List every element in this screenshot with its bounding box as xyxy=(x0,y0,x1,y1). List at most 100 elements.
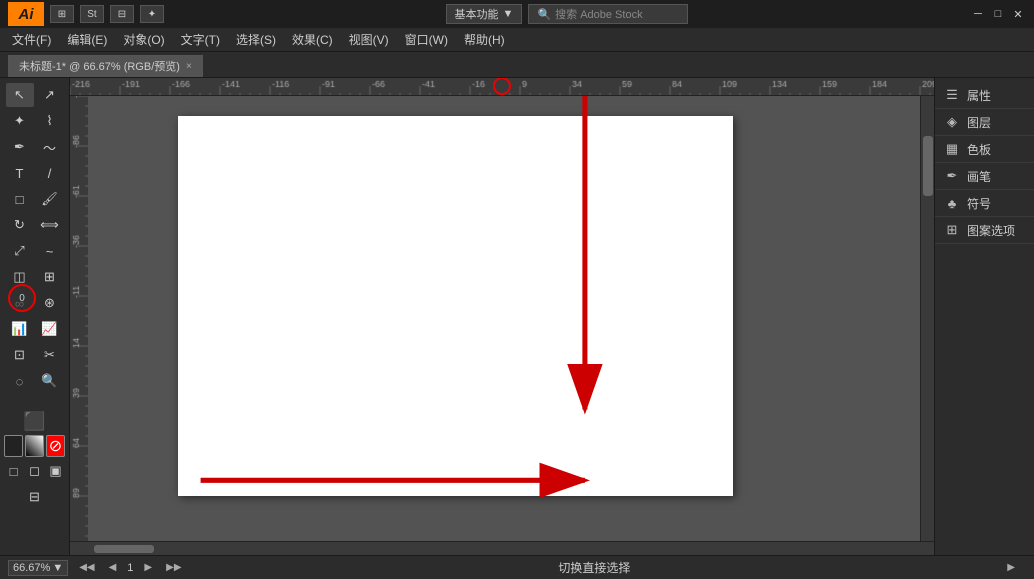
panel-brushes-label: 画笔 xyxy=(967,168,991,185)
symbol-spray-tool[interactable]: ⊛ xyxy=(36,291,64,315)
pattern-icon: ⊞ xyxy=(943,221,961,239)
menu-window[interactable]: 窗口(W) xyxy=(397,29,456,50)
bottom-scrollbar[interactable] xyxy=(70,541,934,555)
fill-stroke-row: ⬛ xyxy=(0,408,69,434)
screen-mode-row: ⊟ xyxy=(0,484,69,510)
fill-stroke-widget[interactable]: ⬛ xyxy=(21,409,49,433)
menu-edit[interactable]: 编辑(E) xyxy=(59,29,115,50)
direct-select-tool[interactable]: ↗ xyxy=(36,83,64,107)
panel-symbols[interactable]: ♣ 符号 xyxy=(935,190,1034,217)
line-tool[interactable]: / xyxy=(36,161,64,185)
menu-file[interactable]: 文件(F) xyxy=(4,29,59,50)
play-button[interactable]: ▶ xyxy=(1004,562,1018,573)
title-bar-right: ─ □ ✕ xyxy=(970,6,1026,22)
tool-row-4: T / xyxy=(0,160,69,186)
none-box[interactable]: ⊘ xyxy=(46,435,65,457)
canvas-viewport[interactable] xyxy=(88,96,920,541)
draw-mode-row: □ ◻ ▣ xyxy=(0,458,69,484)
type-tool[interactable]: T xyxy=(6,161,34,185)
bridge-btn[interactable]: St xyxy=(80,5,104,23)
rect-tool[interactable]: □ xyxy=(6,187,34,211)
left-ruler-canvas xyxy=(70,96,88,541)
minimize-button[interactable]: ─ xyxy=(970,6,986,22)
zoom-tool[interactable]: 🔍 xyxy=(36,369,64,393)
bottom-bar: 66.67% ▼ ◀◀ ◀ 1 ▶ ▶▶ 切换直接选择 ▶ xyxy=(0,555,1034,579)
zoom-arrow-icon: ▼ xyxy=(52,562,63,574)
eraser-tool[interactable]: ◌ xyxy=(6,369,34,393)
menu-bar: 文件(F) 编辑(E) 对象(O) 文字(T) 选择(S) 效果(C) 视图(V… xyxy=(0,28,1034,52)
symbols-icon: ♣ xyxy=(943,194,961,212)
reflect-tool[interactable]: ⟺ xyxy=(36,213,64,237)
panel-layers[interactable]: ◈ 图层 xyxy=(935,109,1034,136)
toolbar-separator xyxy=(0,400,69,408)
tool-row-6: ↻ ⟺ xyxy=(0,212,69,238)
scroll-thumb-horizontal[interactable] xyxy=(94,545,154,553)
workspace-button[interactable]: 基本功能 ▼ xyxy=(446,4,523,24)
tool-row-5: □ 🖌 xyxy=(0,186,69,212)
color-mode-row: ⊘ xyxy=(0,434,69,458)
title-bar: Ai ⊞ St ⊟ ✦ 基本功能 ▼ 🔍 搜索 Adobe Stock ─ □ … xyxy=(0,0,1034,28)
rotate-tool[interactable]: ↻ xyxy=(6,213,34,237)
color-box[interactable] xyxy=(4,435,23,457)
tool-row-2: ✦ ⌇ xyxy=(0,108,69,134)
slice-tool[interactable]: ✂ xyxy=(36,343,64,367)
column-graph-tool[interactable]: 📊 xyxy=(6,317,34,341)
menu-select[interactable]: 选择(S) xyxy=(228,29,284,50)
warp-tool[interactable]: ~ xyxy=(36,239,64,263)
panel-swatches[interactable]: ▦ 色板 xyxy=(935,136,1034,163)
draw-behind-mode[interactable]: ▣ xyxy=(46,459,65,483)
draw-inside-mode[interactable]: ◻ xyxy=(25,459,44,483)
arrange-btn[interactable]: ⊞ xyxy=(50,5,74,23)
close-button[interactable]: ✕ xyxy=(1010,6,1026,22)
tab-close-button[interactable]: × xyxy=(186,61,192,72)
tab-title: 未标题-1* @ 66.67% (RGB/预览) xyxy=(19,58,180,74)
nav-first-button[interactable]: ◀◀ xyxy=(76,562,97,573)
panel-properties[interactable]: ☰ 属性 xyxy=(935,82,1034,109)
nav-next-button[interactable]: ▶ xyxy=(141,562,155,573)
stock-search-box[interactable]: 🔍 搜索 Adobe Stock xyxy=(528,4,688,24)
screen-mode-btn[interactable]: ⊟ xyxy=(21,485,49,509)
tab-bar: 未标题-1* @ 66.67% (RGB/预览) × xyxy=(0,52,1034,78)
menu-effect[interactable]: 效果(C) xyxy=(284,29,341,50)
tool-row-3: ✒ 〜 xyxy=(0,134,69,160)
layout-btn[interactable]: ⊟ xyxy=(110,5,134,23)
canvas-wrapper xyxy=(70,96,934,541)
artboard xyxy=(178,116,733,496)
menu-type[interactable]: 文字(T) xyxy=(173,29,228,50)
menu-help[interactable]: 帮助(H) xyxy=(456,29,513,50)
select-tool[interactable]: ↖ xyxy=(6,83,34,107)
nav-last-button[interactable]: ▶▶ xyxy=(163,562,184,573)
artboard-tool[interactable]: ⊡ xyxy=(6,343,34,367)
magic-wand-tool[interactable]: ✦ xyxy=(6,109,34,133)
lasso-tool[interactable]: ⌇ xyxy=(36,109,64,133)
nav-prev-button[interactable]: ◀ xyxy=(106,562,120,573)
tool-row-12-container: ◌ 🔍 0 xyxy=(0,368,69,400)
menu-object[interactable]: 对象(O) xyxy=(115,29,172,50)
menu-view[interactable]: 视图(V) xyxy=(341,29,397,50)
restore-button[interactable]: □ xyxy=(990,6,1006,22)
tool-circle-0-indicator: 0 xyxy=(8,284,36,312)
tool-row-1: ↖ ↗ xyxy=(0,82,69,108)
mesh-tool[interactable]: ⊞ xyxy=(36,265,64,289)
scroll-thumb-vertical[interactable] xyxy=(923,136,933,196)
curvature-tool[interactable]: 〜 xyxy=(36,135,64,159)
panel-swatches-label: 色板 xyxy=(967,141,991,158)
page-number: 1 xyxy=(127,562,133,574)
right-scrollbar[interactable] xyxy=(920,96,934,541)
paint-brush-tool[interactable]: 🖌 xyxy=(36,187,64,211)
panel-properties-label: 属性 xyxy=(967,87,991,104)
scale-tool[interactable]: ⤢ xyxy=(6,239,34,263)
right-panel: ☰ 属性 ◈ 图层 ▦ 色板 ✒ 画笔 ♣ 符号 ⊞ 图案选项 xyxy=(934,78,1034,555)
panel-layers-label: 图层 xyxy=(967,114,991,131)
pen-tool[interactable]: ✒ xyxy=(6,135,34,159)
status-text: 切换直接选择 xyxy=(193,559,997,576)
gradient-box[interactable] xyxy=(25,435,44,457)
panel-pattern[interactable]: ⊞ 图案选项 xyxy=(935,217,1034,244)
panel-brushes[interactable]: ✒ 画笔 xyxy=(935,163,1034,190)
document-tab[interactable]: 未标题-1* @ 66.67% (RGB/预览) × xyxy=(8,55,203,77)
zoom-display[interactable]: 66.67% ▼ xyxy=(8,560,68,576)
swatches-icon: ▦ xyxy=(943,140,961,158)
bar-chart-tool[interactable]: 📈 xyxy=(36,317,64,341)
normal-draw-mode[interactable]: □ xyxy=(4,459,23,483)
magic-btn[interactable]: ✦ xyxy=(140,5,164,23)
